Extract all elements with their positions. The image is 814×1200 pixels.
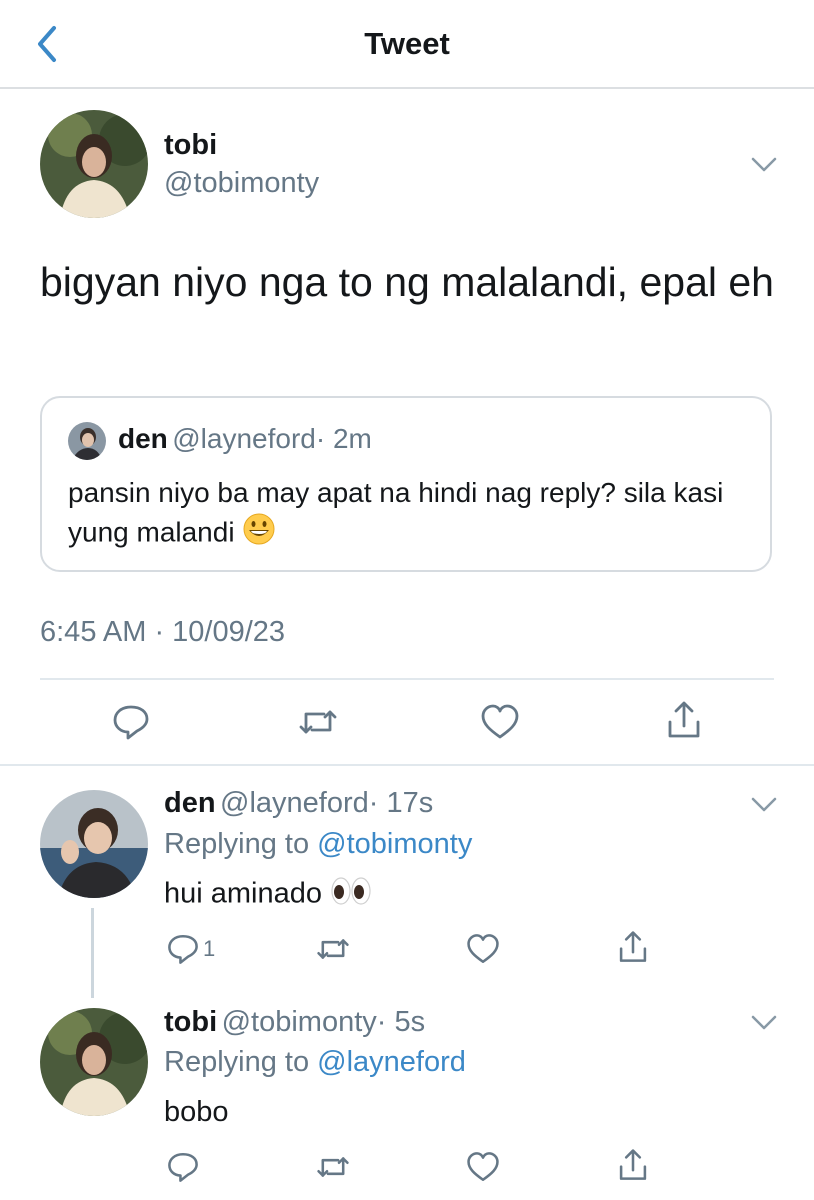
- chevron-down-icon: [751, 1015, 777, 1030]
- like-button[interactable]: [480, 702, 520, 742]
- reply-button[interactable]: [111, 702, 151, 742]
- tweet-text: bigyan niyo nga to ng malalandi, epal eh: [40, 259, 774, 305]
- quoted-time: · 2m: [315, 423, 372, 454]
- reply-name[interactable]: den: [164, 787, 216, 819]
- section-divider: [0, 764, 814, 766]
- eyes-emoji: [330, 876, 372, 914]
- chevron-down-icon: [751, 157, 777, 172]
- reply-body: hui aminado: [164, 876, 372, 914]
- quoted-avatar: [68, 422, 106, 460]
- quoted-text-block: pansin niyo ba may apat na hindi nag rep…: [68, 474, 758, 556]
- top-bar: Tweet: [0, 0, 814, 89]
- retweet-button[interactable]: [316, 932, 350, 966]
- replying-to-link[interactable]: @tobimonty: [317, 828, 472, 860]
- reply-avatar[interactable]: [40, 790, 148, 898]
- page-title: Tweet: [364, 26, 450, 61]
- reply-time: · 17s: [368, 787, 434, 819]
- retweet-icon: [317, 1157, 349, 1177]
- share-button[interactable]: [616, 1148, 650, 1182]
- quoted-tweet[interactable]: den @layneford· 2m pansin niyo ba may ap…: [40, 396, 772, 572]
- reply-header: tobi @tobimonty· 5s: [164, 1005, 425, 1039]
- chevron-down-icon: [751, 797, 777, 812]
- share-button[interactable]: [664, 700, 704, 740]
- reply-header: den @layneford· 17s: [164, 786, 433, 820]
- author-avatar[interactable]: [40, 110, 148, 218]
- reply-text: bobo: [164, 1096, 229, 1128]
- more-options-button[interactable]: [750, 155, 778, 175]
- tweet-timestamp: 6:45 AM · 10/09/23: [40, 616, 286, 648]
- reply-icon: [168, 934, 198, 964]
- reply-time: · 5s: [376, 1006, 426, 1038]
- replying-to-link[interactable]: @layneford: [317, 1046, 466, 1078]
- thread-line: [91, 908, 94, 998]
- quoted-header: den @layneford· 2m: [118, 422, 372, 456]
- share-button[interactable]: [616, 930, 650, 964]
- replying-to: Replying to @layneford: [164, 1045, 466, 1079]
- like-icon: [467, 1152, 499, 1182]
- reply-icon: [113, 705, 149, 740]
- reply-icon: [168, 1152, 198, 1182]
- more-options-button[interactable]: [750, 795, 778, 815]
- quoted-handle: @layneford: [172, 423, 316, 454]
- retweet-icon: [317, 939, 349, 959]
- retweet-button[interactable]: [298, 702, 338, 742]
- replying-to-label: Replying to: [164, 1046, 310, 1078]
- retweet-button[interactable]: [316, 1150, 350, 1184]
- replying-to: Replying to @tobimonty: [164, 827, 472, 861]
- quoted-text: pansin niyo ba may apat na hindi nag rep…: [68, 477, 724, 548]
- like-icon: [467, 934, 499, 964]
- retweet-icon: [299, 710, 337, 734]
- author-name[interactable]: tobi: [164, 128, 217, 162]
- divider: [40, 678, 774, 680]
- share-icon: [619, 1149, 647, 1180]
- reply-handle[interactable]: @layneford: [220, 787, 369, 819]
- like-button[interactable]: [466, 1150, 500, 1184]
- replying-to-label: Replying to: [164, 828, 310, 860]
- more-options-button[interactable]: [750, 1013, 778, 1033]
- share-icon: [668, 701, 700, 738]
- grinning-face-emoji: [242, 512, 276, 556]
- like-icon: [481, 704, 519, 739]
- author-handle[interactable]: @tobimonty: [164, 166, 319, 200]
- share-icon: [619, 931, 647, 962]
- reply-name[interactable]: tobi: [164, 1006, 217, 1038]
- like-button[interactable]: [466, 932, 500, 966]
- reply-count: 1: [203, 936, 216, 961]
- reply-button[interactable]: [166, 932, 200, 966]
- quoted-name: den: [118, 423, 168, 454]
- reply-handle[interactable]: @tobimonty: [222, 1006, 377, 1038]
- reply-button[interactable]: [166, 1150, 200, 1184]
- reply-avatar[interactable]: [40, 1008, 148, 1116]
- reply-text: hui aminado: [164, 877, 322, 910]
